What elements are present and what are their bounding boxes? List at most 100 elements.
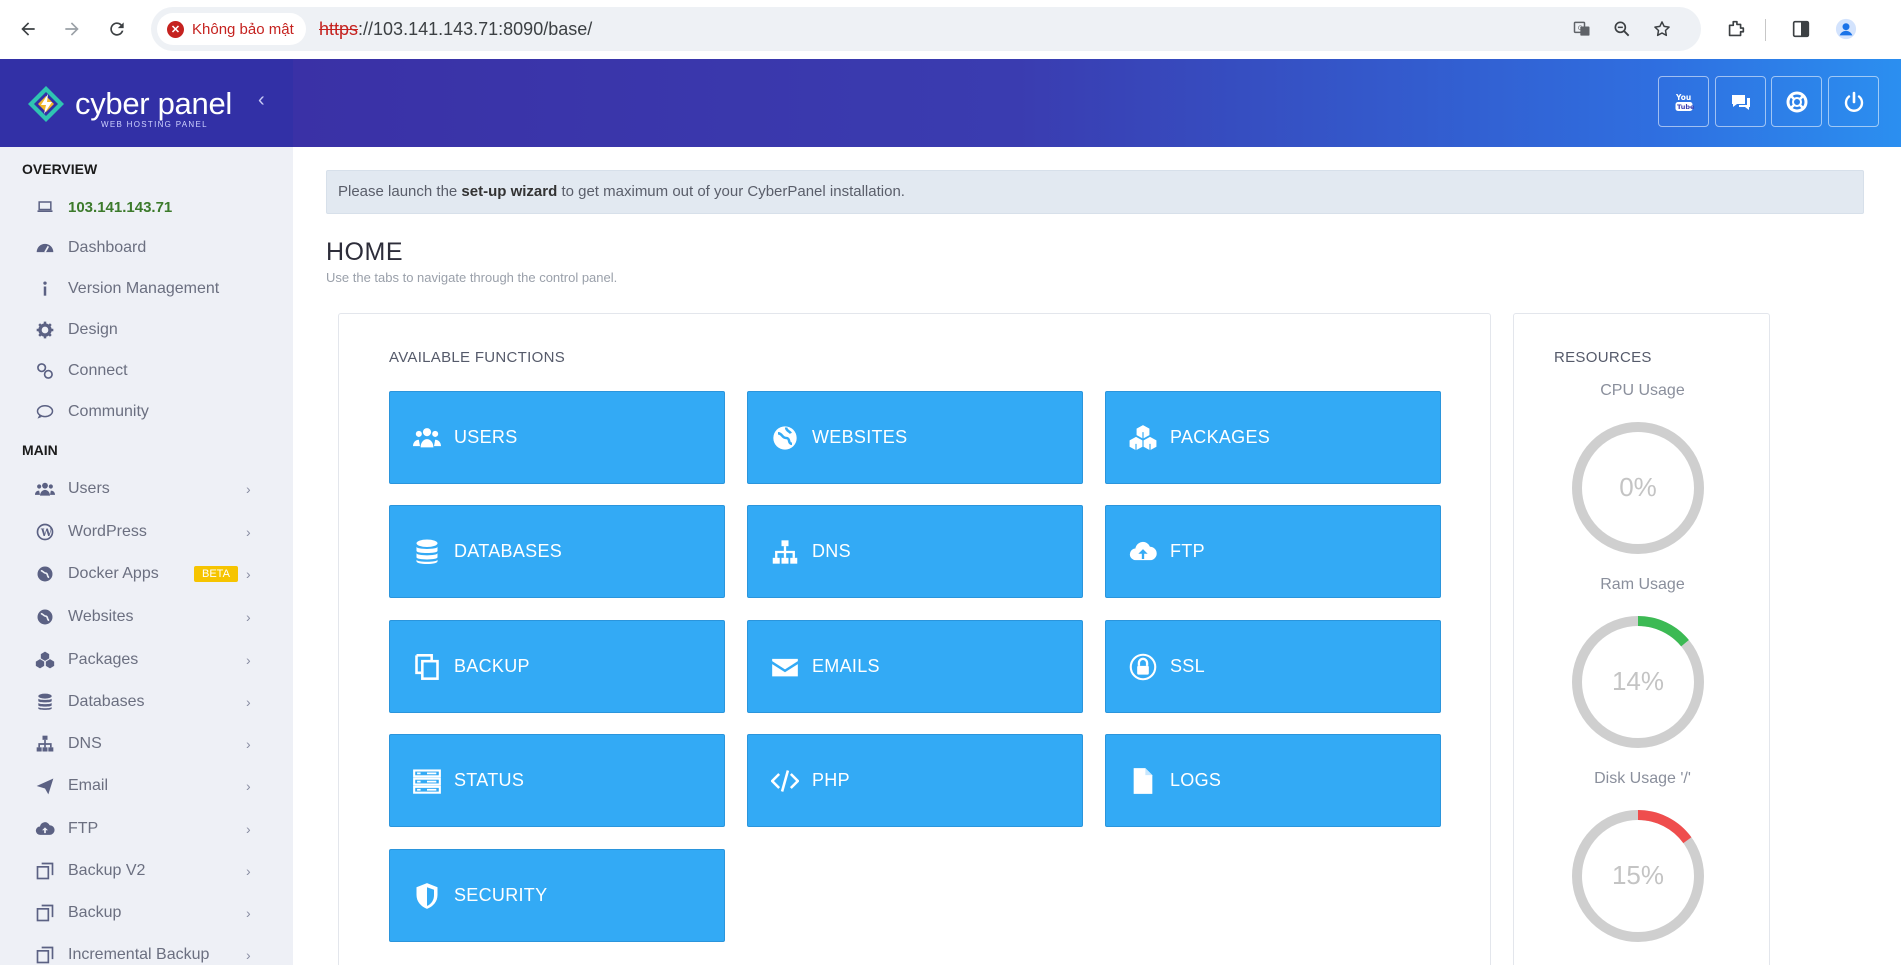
setup-wizard-link[interactable]: set-up wizard: [461, 183, 557, 200]
sidebar-item-websites[interactable]: Websites ›: [0, 599, 293, 635]
cyberpanel-logo-icon: [28, 86, 64, 122]
youtube-button[interactable]: You Tube: [1658, 76, 1709, 127]
chevron-right-icon: ›: [246, 947, 251, 963]
youtube-icon: YouTube: [1675, 93, 1695, 111]
sidebar-item-dns[interactable]: DNS ›: [0, 726, 293, 762]
support-icon: [1786, 91, 1807, 112]
chevron-right-icon: ›: [246, 905, 251, 921]
sidebar-item-label: Backup V2: [68, 862, 146, 879]
chat-button[interactable]: [1715, 76, 1766, 127]
backup-icon: [34, 902, 56, 924]
function-ssl-button[interactable]: SSL: [1105, 620, 1441, 713]
logout-button[interactable]: [1828, 76, 1879, 127]
sidebar-item-wordpress[interactable]: W WordPress ›: [0, 514, 293, 550]
sidebar-item-version-management[interactable]: Version Management: [0, 271, 293, 307]
resources-title: RESOURCES: [1554, 349, 1652, 366]
extensions-icon[interactable]: [1723, 16, 1749, 42]
sidebar-item-label: Community: [68, 403, 149, 420]
svg-text:G: G: [1578, 26, 1583, 32]
gear-icon: [34, 319, 56, 341]
browser-toolbar: ✕ Không bảo mật https://103.141.143.71:8…: [0, 0, 1901, 59]
ram-usage-value: 14%: [1611, 666, 1665, 696]
header-bar: You Tube: [293, 59, 1901, 147]
sitemap-icon: [770, 537, 800, 567]
sidebar-item-users[interactable]: Users ›: [0, 471, 293, 507]
function-emails-button[interactable]: EMAILS: [747, 620, 1083, 713]
sidebar-item-label: Packages: [68, 651, 139, 668]
sidebar-item-databases[interactable]: Databases ›: [0, 684, 293, 720]
brand-area: cyber panel WEB HOSTING PANEL ‹: [0, 59, 293, 147]
function-status-button[interactable]: STATUS: [389, 734, 725, 827]
dashboard-icon: [34, 237, 56, 259]
function-websites-button[interactable]: WEBSITES: [747, 391, 1083, 484]
side-panel-icon[interactable]: [1788, 16, 1814, 42]
sidebar-item-design[interactable]: Design: [0, 312, 293, 348]
sidebar-item-community[interactable]: Community: [0, 394, 293, 430]
chat-icon: [1731, 94, 1750, 110]
function-security-button[interactable]: SECURITY: [389, 849, 725, 942]
function-label: SSL: [1170, 656, 1205, 676]
sidebar-item-ftp[interactable]: FTP ›: [0, 811, 293, 847]
chevron-right-icon: ›: [246, 524, 251, 540]
function-users-button[interactable]: USERS: [389, 391, 725, 484]
function-ftp-button[interactable]: FTP: [1105, 505, 1441, 598]
reload-icon[interactable]: [103, 14, 131, 44]
sidebar-item-incremental-backup[interactable]: Incremental Backup ›: [0, 937, 293, 965]
beta-badge: BETA: [194, 566, 238, 582]
sidebar-item-docker-apps[interactable]: Docker Apps BETA ›: [0, 556, 293, 592]
cubes-icon: [1128, 423, 1158, 453]
shield-icon: [412, 881, 442, 911]
sidebar-item-email[interactable]: Email ›: [0, 768, 293, 804]
security-chip[interactable]: ✕ Không bảo mật: [157, 13, 306, 45]
security-label: Không bảo mật: [192, 20, 294, 38]
sidebar-collapse-icon[interactable]: ‹: [258, 89, 265, 112]
sidebar-item-label: Incremental Backup: [68, 946, 210, 963]
url-text[interactable]: https://103.141.143.71:8090/base/: [319, 19, 592, 40]
sidebar-item-label: Connect: [68, 362, 128, 379]
support-button[interactable]: [1771, 76, 1822, 127]
cubes-icon: [34, 649, 56, 671]
sidebar-item-server-ip[interactable]: 103.141.143.71: [0, 189, 293, 225]
paper-plane-icon: [34, 775, 56, 797]
sidebar-item-label: Email: [68, 777, 109, 794]
forward-icon[interactable]: [58, 14, 86, 44]
sidebar-item-label: Docker Apps: [68, 565, 159, 582]
bookmark-star-icon[interactable]: [1650, 17, 1674, 41]
function-label: PACKAGES: [1170, 427, 1271, 447]
function-packages-button[interactable]: PACKAGES: [1105, 391, 1441, 484]
function-databases-button[interactable]: DATABASES: [389, 505, 725, 598]
function-label: SECURITY: [454, 885, 548, 905]
cloud-upload-icon: [1128, 537, 1158, 567]
sidebar-item-label: Design: [68, 321, 118, 338]
cpu-usage-label: CPU Usage: [1600, 382, 1685, 399]
function-label: DNS: [812, 541, 851, 561]
address-bar[interactable]: ✕ Không bảo mật https://103.141.143.71:8…: [151, 7, 1701, 51]
sidebar-item-backup[interactable]: Backup ›: [0, 895, 293, 931]
function-php-button[interactable]: PHP: [747, 734, 1083, 827]
sidebar-item-packages[interactable]: Packages ›: [0, 642, 293, 678]
back-icon[interactable]: [14, 14, 42, 44]
notice-text-post: to get maximum out of your CyberPanel in…: [557, 183, 905, 200]
function-logs-button[interactable]: LOGS: [1105, 734, 1441, 827]
database-icon: [34, 691, 56, 713]
available-functions-panel: AVAILABLE FUNCTIONS USERS WEBSITES PACKA…: [338, 313, 1491, 965]
sidebar-item-connect[interactable]: Connect: [0, 353, 293, 389]
function-backup-button[interactable]: BACKUP: [389, 620, 725, 713]
sidebar-item-backup-v2[interactable]: Backup V2 ›: [0, 853, 293, 889]
zoom-icon[interactable]: [1610, 17, 1634, 41]
info-icon: [34, 278, 56, 300]
insecure-icon: ✕: [167, 20, 184, 38]
chevron-right-icon: ›: [246, 863, 251, 879]
function-dns-button[interactable]: DNS: [747, 505, 1083, 598]
cloud-upload-icon: [34, 818, 56, 840]
svg-text:Tube: Tube: [1677, 103, 1695, 111]
translate-icon[interactable]: G: [1570, 17, 1594, 41]
profile-avatar-icon[interactable]: [1833, 16, 1859, 42]
svg-text:W: W: [40, 528, 53, 539]
chevron-right-icon: ›: [246, 821, 251, 837]
svg-text:You: You: [1675, 93, 1691, 102]
chevron-right-icon: ›: [246, 566, 251, 582]
power-icon: [1844, 91, 1863, 112]
sidebar-item-dashboard[interactable]: Dashboard: [0, 230, 293, 266]
chat-icon: [34, 401, 56, 423]
